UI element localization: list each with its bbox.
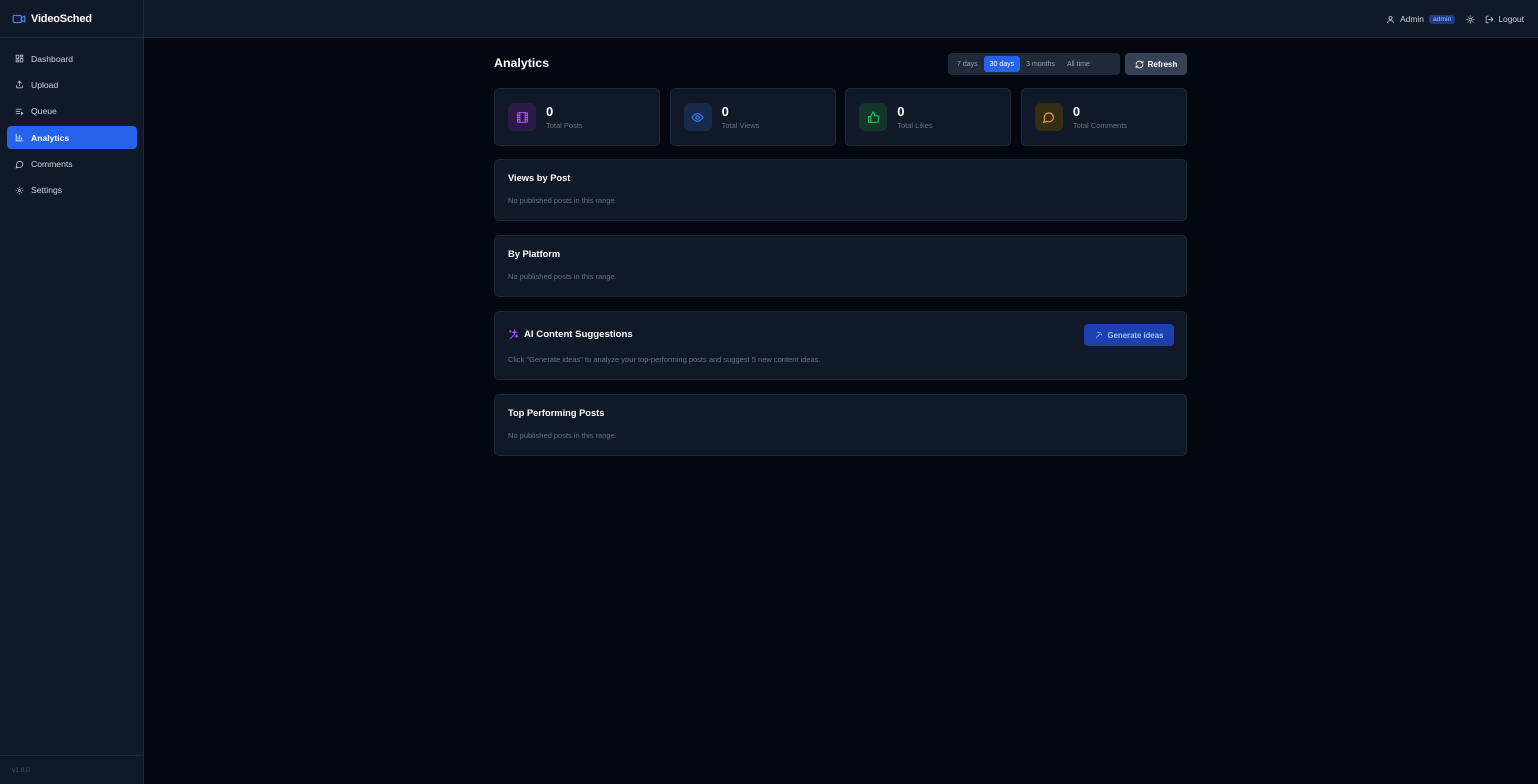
stat-value: 0 bbox=[897, 103, 905, 119]
sidebar-item-label: Analytics bbox=[31, 132, 70, 143]
ai-description: Click "Generate ideas" to analyze your t… bbox=[508, 355, 821, 364]
stats-row: 0 Total Posts 0 Total Views 0 Total Like… bbox=[494, 88, 1187, 146]
card-title: AI Content Suggestions bbox=[524, 329, 633, 340]
eye-icon bbox=[691, 112, 704, 122]
thumbs-up-icon bbox=[867, 111, 880, 123]
stat-value: 0 bbox=[721, 103, 729, 119]
refresh-label: Refresh bbox=[1147, 59, 1178, 69]
film-icon bbox=[516, 111, 528, 123]
sidebar-item-settings[interactable]: Settings bbox=[7, 179, 137, 202]
header-actions: Admin admin Logout bbox=[1386, 0, 1524, 38]
wand-icon bbox=[1095, 331, 1102, 338]
sidebar-item-label: Queue bbox=[31, 106, 57, 117]
card-title: Top Performing Posts bbox=[508, 408, 605, 418]
queue-icon bbox=[15, 108, 24, 116]
ai-suggestions-card: AI Content Suggestions Click "Generate i… bbox=[494, 311, 1187, 380]
sidebar-item-label: Dashboard bbox=[31, 53, 74, 64]
stat-card-comments: 0 Total Comments bbox=[1020, 88, 1187, 146]
user-icon bbox=[1387, 15, 1394, 23]
sidebar-item-label: Comments bbox=[31, 159, 73, 170]
stat-text: 0 Total Posts bbox=[546, 103, 583, 130]
comment-icon bbox=[15, 160, 24, 169]
user-name: Admin bbox=[1400, 14, 1424, 24]
refresh-icon bbox=[1135, 60, 1143, 68]
ai-card-header: AI Content Suggestions bbox=[508, 329, 1173, 340]
stat-card-posts: 0 Total Posts bbox=[494, 88, 661, 146]
stat-label: Total Comments bbox=[1072, 120, 1128, 130]
stat-text: 0 Total Views bbox=[721, 103, 760, 130]
empty-state: No published posts in this range. bbox=[508, 431, 617, 440]
stat-text: 0 Total Comments bbox=[1072, 103, 1128, 130]
theme-toggle-button[interactable] bbox=[1466, 14, 1475, 24]
stat-label: Total Likes bbox=[897, 120, 933, 130]
empty-state: No published posts in this range. bbox=[508, 272, 617, 281]
sidebar-item-queue[interactable]: Queue bbox=[7, 100, 137, 123]
logout-icon bbox=[1486, 15, 1494, 23]
sparkles-icon bbox=[508, 329, 519, 340]
stat-icon-wrap bbox=[508, 103, 536, 131]
bar-chart-icon bbox=[15, 133, 24, 142]
sidebar-item-dashboard[interactable]: Dashboard bbox=[7, 47, 137, 70]
gear-icon bbox=[15, 186, 24, 195]
logout-label: Logout bbox=[1498, 14, 1524, 24]
stat-text: 0 Total Likes bbox=[897, 103, 933, 130]
upload-icon bbox=[16, 80, 23, 89]
card-title: By Platform bbox=[508, 249, 561, 259]
main-content: Analytics 7 days 30 days 3 months All ti… bbox=[494, 38, 1187, 470]
stat-icon-wrap bbox=[859, 103, 888, 131]
generate-ideas-button[interactable]: Generate ideas bbox=[1084, 324, 1174, 346]
stat-label: Total Views bbox=[721, 120, 760, 130]
page-header: Analytics 7 days 30 days 3 months All ti… bbox=[494, 38, 1187, 88]
by-platform-card: By Platform No published posts in this r… bbox=[494, 235, 1187, 297]
sidebar-item-label: Settings bbox=[31, 185, 63, 196]
user-info: Admin admin bbox=[1386, 14, 1456, 24]
top-posts-card: Top Performing Posts No published posts … bbox=[494, 394, 1187, 456]
sidebar-item-comments[interactable]: Comments bbox=[7, 153, 137, 176]
views-by-post-card: Views by Post No published posts in this… bbox=[494, 159, 1187, 221]
top-header: Admin admin Logout bbox=[144, 0, 1538, 38]
app-version: v1.0.0 bbox=[12, 767, 30, 774]
card-title: Views by Post bbox=[508, 173, 571, 183]
page-title: Analytics bbox=[494, 56, 550, 70]
generate-ideas-label: Generate ideas bbox=[1107, 330, 1164, 340]
stat-value: 0 bbox=[546, 103, 554, 119]
range-30-days[interactable]: 30 days bbox=[983, 56, 1021, 72]
range-7-days[interactable]: 7 days bbox=[951, 56, 984, 72]
range-selector: 7 days 30 days 3 months All time bbox=[948, 53, 1120, 75]
sidebar-item-upload[interactable]: Upload bbox=[7, 73, 137, 96]
app-root: VideoSched Dashboard Upload Queue Analyt… bbox=[0, 0, 1538, 784]
refresh-button[interactable]: Refresh bbox=[1125, 53, 1187, 75]
sidebar-divider bbox=[0, 755, 143, 756]
stat-icon-wrap bbox=[1034, 103, 1063, 131]
logout-button[interactable]: Logout bbox=[1485, 14, 1524, 24]
stat-card-likes: 0 Total Likes bbox=[845, 88, 1012, 146]
message-icon bbox=[1043, 111, 1055, 123]
empty-state: No published posts in this range. bbox=[508, 196, 617, 205]
dashboard-icon bbox=[15, 54, 24, 63]
sidebar-item-analytics[interactable]: Analytics bbox=[7, 126, 137, 150]
role-badge: admin bbox=[1428, 14, 1456, 24]
stat-label: Total Posts bbox=[546, 120, 583, 130]
sidebar-item-label: Upload bbox=[31, 79, 59, 90]
sidebar-nav: Dashboard Upload Queue Analytics Comment… bbox=[0, 0, 144, 205]
sidebar: VideoSched Dashboard Upload Queue Analyt… bbox=[0, 0, 144, 784]
stat-card-views: 0 Total Views bbox=[669, 88, 836, 146]
stat-icon-wrap bbox=[683, 103, 712, 131]
sun-icon bbox=[1466, 14, 1475, 24]
stat-value: 0 bbox=[1072, 103, 1081, 119]
range-all-time[interactable]: All time bbox=[1061, 56, 1096, 72]
range-3-months[interactable]: 3 months bbox=[1020, 56, 1061, 72]
